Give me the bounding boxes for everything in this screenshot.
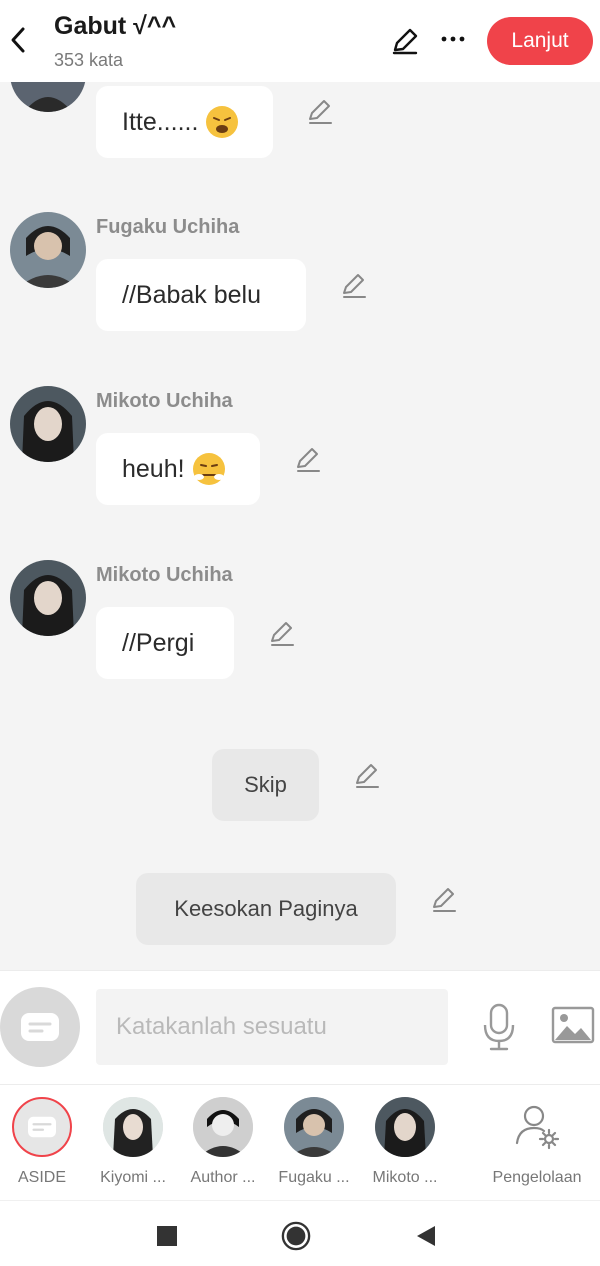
character-author[interactable]: Author ... [178, 1097, 268, 1193]
message-text: //Pergi [122, 628, 195, 657]
aside-toggle-button[interactable] [0, 987, 80, 1067]
message-text: heuh! [122, 454, 185, 483]
speaker-name: Mikoto Uchiha [96, 390, 233, 412]
character-avatar [375, 1097, 435, 1157]
character-management[interactable]: Pengelolaan [492, 1097, 582, 1193]
edit-message-icon[interactable] [306, 98, 334, 126]
image-icon [551, 1006, 595, 1044]
chat-area[interactable]: Itte...... Fugaku Uchiha //Babak belu Mi… [0, 82, 600, 970]
word-count: 353 kata [54, 50, 124, 70]
edit-message-icon[interactable] [294, 446, 322, 474]
character-label: Kiyomi ... [100, 1169, 166, 1186]
triangle-back-icon [417, 1226, 435, 1246]
chevron-left-icon [11, 27, 25, 53]
edit-message-icon[interactable] [353, 762, 381, 790]
next-button[interactable]: Lanjut [487, 17, 593, 65]
character-aside[interactable]: ASIDE [0, 1097, 87, 1193]
character-kiyomi[interactable]: Kiyomi ... [88, 1097, 178, 1193]
message-bubble[interactable]: //Pergi [96, 607, 234, 679]
top-bar: Gabut √^^ 353 kata Lanjut [0, 0, 600, 82]
character-label: Pengelolaan [492, 1169, 582, 1186]
character-label: Fugaku ... [278, 1169, 350, 1186]
image-button[interactable] [550, 1005, 596, 1045]
character-mikoto[interactable]: Mikoto ... [360, 1097, 450, 1193]
character-label: ASIDE [17, 1169, 66, 1186]
edit-message-icon[interactable] [268, 620, 296, 648]
character-label: Author ... [190, 1169, 256, 1186]
character-avatar [193, 1097, 253, 1157]
edit-message-icon[interactable] [430, 886, 458, 914]
pencil-icon [392, 28, 418, 55]
home-button[interactable] [281, 1221, 311, 1251]
edit-title-button[interactable] [388, 24, 422, 58]
face-with-steam-emoji [192, 453, 225, 485]
message-bubble[interactable]: heuh! [96, 433, 260, 505]
message-text: //Babak belu [122, 280, 261, 309]
recents-button[interactable] [152, 1221, 182, 1251]
circle-icon [281, 1221, 311, 1251]
narration-icon [21, 1013, 59, 1041]
voice-button[interactable] [478, 1001, 520, 1053]
character-selector: ASIDE Kiyomi ... Author ... Fugaku ... M… [0, 1084, 600, 1200]
character-avatar [284, 1097, 344, 1157]
character-avatar [103, 1097, 163, 1157]
message-input[interactable] [96, 989, 448, 1065]
narration-bubble[interactable]: Skip [212, 749, 319, 821]
square-icon [157, 1226, 177, 1246]
speaker-name: Fugaku Uchiha [96, 216, 240, 238]
story-title: Gabut √^^ [54, 12, 177, 40]
system-navigation-bar [0, 1200, 600, 1266]
speaker-avatar[interactable] [10, 212, 86, 288]
narration-text: Keesokan Paginya [174, 896, 358, 921]
aside-avatar [12, 1097, 72, 1157]
character-fugaku[interactable]: Fugaku ... [269, 1097, 359, 1193]
speaker-avatar[interactable] [10, 82, 86, 112]
speaker-name: Mikoto Uchiha [96, 564, 233, 586]
message-bubble[interactable]: Itte...... [96, 86, 273, 158]
narration-text: Skip [244, 772, 287, 797]
more-options-button[interactable] [436, 22, 470, 56]
speaker-avatar[interactable] [10, 386, 86, 462]
microphone-icon [483, 1003, 515, 1051]
more-horizontal-icon [441, 36, 465, 42]
back-nav-button[interactable] [410, 1221, 440, 1251]
speaker-avatar[interactable] [10, 560, 86, 636]
character-label: Mikoto ... [372, 1169, 438, 1186]
narration-bubble[interactable]: Keesokan Paginya [136, 873, 396, 945]
manage-characters-icon [507, 1097, 567, 1157]
message-text: Itte...... [122, 107, 199, 136]
composer [0, 970, 600, 1084]
back-button[interactable] [0, 20, 36, 60]
weary-face-emoji [206, 106, 239, 138]
message-bubble[interactable]: //Babak belu [96, 259, 306, 331]
edit-message-icon[interactable] [340, 272, 368, 300]
